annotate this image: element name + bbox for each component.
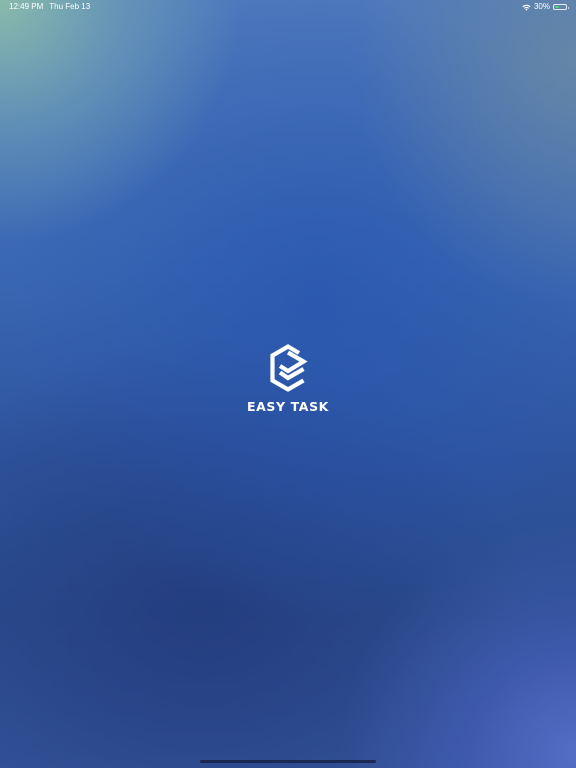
status-date: Thu Feb 13 bbox=[49, 2, 91, 11]
status-bar: 12:49 PM Thu Feb 13 30% bbox=[0, 0, 576, 14]
easy-task-hexagon-check-icon bbox=[270, 344, 308, 392]
status-time: 12:49 PM bbox=[9, 2, 44, 11]
battery-fill bbox=[555, 6, 559, 8]
splash-logo: EASY TASK bbox=[0, 342, 576, 414]
battery-percent: 30% bbox=[533, 2, 550, 11]
wifi-icon bbox=[522, 4, 531, 11]
status-right: 30% bbox=[522, 0, 569, 14]
status-left: 12:49 PM Thu Feb 13 bbox=[9, 0, 90, 14]
battery-icon bbox=[553, 4, 569, 10]
app-name: EASY TASK bbox=[247, 399, 329, 414]
home-indicator[interactable] bbox=[200, 760, 376, 763]
